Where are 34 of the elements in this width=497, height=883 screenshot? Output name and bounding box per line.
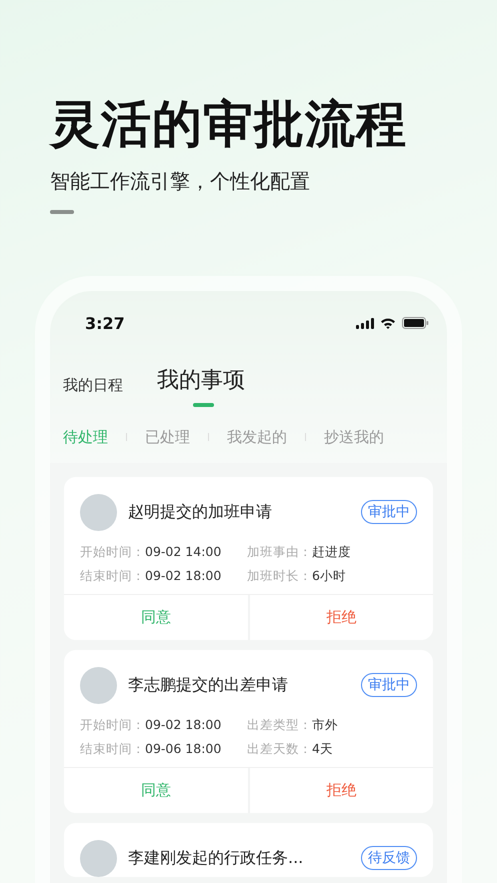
- request-card[interactable]: 李志鹏提交的出差申请 审批中 开始时间：09-02 18:00 出差类型：市外 结束时间：09-06 18:00 出差天数：4天 同意 拒绝: [64, 650, 433, 813]
- field-value: 4天: [312, 741, 333, 756]
- field-label: 开始时间：: [80, 717, 145, 732]
- field-label: 出差天数：: [247, 741, 312, 756]
- request-card[interactable]: 赵明提交的加班申请 审批中 开始时间：09-02 14:00 加班事由：赶进度 结束时间：09-02 18:00 加班时长：6小时 同意 拒绝: [64, 477, 433, 640]
- filter-tab[interactable]: 已处理: [145, 428, 190, 446]
- request-title: 李志鹏提交的出差申请: [128, 674, 289, 696]
- field-value: 09-06 18:00: [145, 741, 222, 756]
- filter-tab[interactable]: 我发起的: [227, 428, 287, 446]
- request-card[interactable]: 李建刚发起的行政任务... 待反馈: [64, 823, 433, 877]
- field-value: 6小时: [312, 568, 346, 583]
- field-value: 赶进度: [312, 544, 351, 559]
- status-badge: 审批中: [361, 500, 417, 524]
- request-title: 李建刚发起的行政任务...: [128, 848, 304, 868]
- field-label: 结束时间：: [80, 568, 145, 583]
- field-value: 09-02 18:00: [145, 717, 222, 732]
- field-value: 09-02 18:00: [145, 568, 222, 583]
- request-title: 赵明提交的加班申请: [128, 502, 273, 522]
- field-label: 加班事由：: [247, 544, 312, 559]
- status-badge: 审批中: [361, 673, 417, 697]
- subtitle: 智能工作流引擎，个性化配置: [50, 168, 311, 194]
- field-label: 加班时长：: [247, 568, 312, 583]
- field-value: 市外: [312, 717, 338, 732]
- status-time: 3:27: [85, 314, 125, 332]
- field-label: 开始时间：: [80, 544, 145, 559]
- filter-tab[interactable]: 待处理: [63, 428, 108, 446]
- filter-tab[interactable]: 抄送我的: [324, 428, 384, 446]
- field-label: 出差类型：: [247, 717, 312, 732]
- field-label: 结束时间：: [80, 741, 145, 756]
- headline: 灵活的审批流程: [50, 94, 408, 155]
- main-tab[interactable]: 我的事项: [157, 365, 245, 403]
- main-tab[interactable]: 我的日程: [63, 376, 123, 403]
- status-badge: 待反馈: [361, 846, 417, 870]
- field-value: 09-02 14:00: [145, 544, 222, 559]
